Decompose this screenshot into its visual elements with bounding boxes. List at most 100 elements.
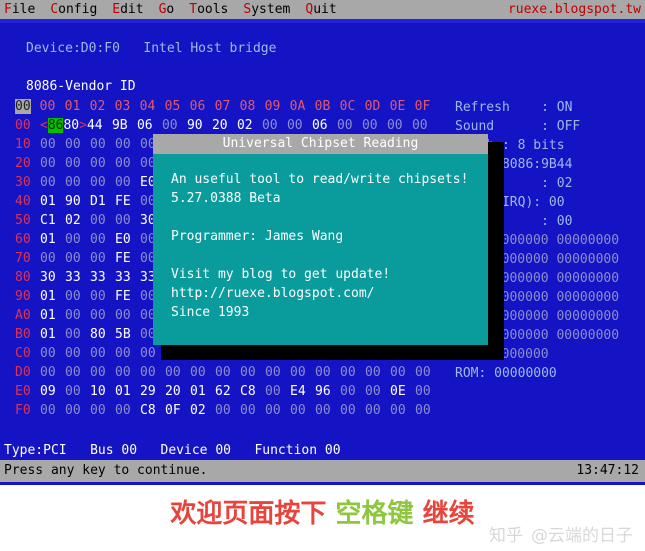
- dialog-spacer: [171, 246, 488, 265]
- hex-bracket-open: <: [40, 118, 48, 133]
- caption-area: 欢迎页面按下 空格键 继续 知乎 @云端的日子: [0, 485, 645, 551]
- hex-byte: 00: [115, 137, 131, 152]
- hex-byte: 00: [390, 403, 406, 418]
- hex-byte: 00: [340, 365, 356, 380]
- hex-byte: 01: [40, 289, 56, 304]
- menu-label: dit: [120, 2, 144, 17]
- hex-byte: 00: [215, 403, 231, 418]
- hex-row[interactable]: F0 00 00 00 00 C8 0F 02 00 00 00 00 00 0…: [15, 401, 431, 420]
- menu-hotkey: T: [189, 2, 198, 17]
- status-text: Press any key to continue.: [4, 463, 208, 478]
- hex-byte: 00: [365, 365, 381, 380]
- hex-byte: 00: [90, 213, 106, 228]
- hex-byte: 02: [236, 118, 253, 133]
- hex-byte: 00: [361, 118, 378, 133]
- menu-item-system[interactable]: System: [243, 0, 290, 19]
- hex-byte: 80: [90, 327, 106, 342]
- hex-row-label: C0: [15, 346, 31, 361]
- hex-selected-byte: 86: [47, 118, 64, 133]
- hex-byte: 00: [90, 365, 106, 380]
- hex-col-00: 00: [39, 99, 56, 114]
- hex-byte: 00: [365, 384, 381, 399]
- hex-row-label: 30: [15, 175, 31, 190]
- hex-col-0F: 0F: [414, 99, 431, 114]
- caption-part-3: 继续: [422, 499, 475, 529]
- hex-byte: C1: [40, 213, 56, 228]
- pci-type-line: Type:PCI Bus 00 Device 00 Function 00: [4, 443, 341, 458]
- menu-item-quit[interactable]: Quit: [305, 0, 336, 19]
- hex-byte: 00: [65, 137, 81, 152]
- about-dialog[interactable]: Universal Chipset Reading An useful tool…: [153, 134, 488, 345]
- hex-byte: 00: [240, 403, 256, 418]
- hex-row[interactable]: D0 00 00 00 00 00 00 00 00 00 00 00 00 0…: [15, 363, 431, 382]
- menu-item-tools[interactable]: Tools: [189, 0, 228, 19]
- hex-byte: 00: [115, 308, 131, 323]
- menu-item-file[interactable]: File: [4, 0, 35, 19]
- hex-byte: 00: [40, 156, 56, 171]
- menu-label: uit: [313, 2, 337, 17]
- hex-row-label: 70: [15, 251, 31, 266]
- menu-label: o: [166, 2, 175, 17]
- hex-byte: 00: [65, 365, 81, 380]
- hex-col-0A: 0A: [289, 99, 306, 114]
- hex-byte: 00: [65, 327, 81, 342]
- hex-row-label: 50: [15, 213, 31, 228]
- hex-byte: 33: [65, 270, 81, 285]
- binary-line: 00000000 00000000: [486, 290, 620, 305]
- hex-cursor-cell: 00: [15, 99, 31, 114]
- hex-byte: 00: [290, 403, 306, 418]
- hex-row-label: A0: [15, 308, 31, 323]
- hex-byte: C8: [140, 403, 156, 418]
- hex-row-label: 40: [15, 194, 31, 209]
- hex-byte: 00: [90, 403, 106, 418]
- menu-item-config[interactable]: Config: [50, 0, 97, 19]
- hex-byte: 00: [90, 137, 106, 152]
- hex-byte: 06: [311, 118, 328, 133]
- hex-byte: 00: [290, 365, 306, 380]
- menu-label: ools: [197, 2, 229, 17]
- hex-col-0D: 0D: [364, 99, 381, 114]
- hex-byte: 00: [65, 403, 81, 418]
- hex-byte: 00: [265, 365, 281, 380]
- binary-line: 00000000 00000000: [486, 309, 620, 324]
- hex-byte: 00: [265, 403, 281, 418]
- menu-label: ile: [11, 2, 36, 17]
- hex-byte: 10: [90, 384, 106, 399]
- binary-line: 00000000 00000000: [486, 271, 620, 286]
- hex-row[interactable]: 00 <8680>44 9B 06 00 90 20 02 00 00 06 0…: [15, 116, 431, 135]
- hex-byte: 00: [40, 175, 56, 190]
- dialog-body: An useful tool to read/write chipsets! 5.…: [153, 154, 488, 322]
- menu-label: onfig: [58, 2, 98, 17]
- binary-line: 00000000 00000000: [486, 328, 620, 343]
- hex-byte: 01: [115, 384, 131, 399]
- hex-row-label: 60: [15, 232, 31, 247]
- hex-row[interactable]: E0 09 00 10 01 29 20 01 62 C8 00 E4 96 0…: [15, 382, 431, 401]
- dialog-line: Since 1993: [171, 305, 250, 320]
- hex-byte: 00: [240, 365, 256, 380]
- menu-item-go[interactable]: Go: [159, 0, 175, 19]
- hex-byte: 30: [40, 270, 56, 285]
- hex-byte: 00: [315, 365, 331, 380]
- hex-col-04: 04: [139, 99, 156, 114]
- hex-byte: 00: [90, 175, 106, 190]
- hex-byte: 00: [65, 289, 81, 304]
- hex-byte: 96: [315, 384, 331, 399]
- menu-item-edit[interactable]: Edit: [112, 0, 143, 19]
- hex-row-label: 80: [15, 270, 31, 285]
- hex-byte: 09: [40, 384, 56, 399]
- device-line: Device:D0:F0 Intel Host bridge: [26, 41, 277, 56]
- info-line: Refresh : ON: [455, 100, 573, 115]
- hex-byte: 01: [40, 194, 56, 209]
- hex-byte: 00: [265, 384, 281, 399]
- hex-byte: 00: [415, 365, 431, 380]
- hex-byte: 33: [90, 270, 106, 285]
- caption-part-1: 欢迎页面按下: [170, 499, 327, 529]
- rom-line: ROM: 00000000: [455, 366, 557, 381]
- hex-byte: 00: [90, 156, 106, 171]
- hex-byte: 00: [65, 346, 81, 361]
- hex-byte: 00: [286, 118, 303, 133]
- hex-byte: D1: [90, 194, 106, 209]
- hex-byte: 00: [140, 346, 156, 361]
- hex-byte: 01: [40, 327, 56, 342]
- hex-byte: FE: [115, 251, 131, 266]
